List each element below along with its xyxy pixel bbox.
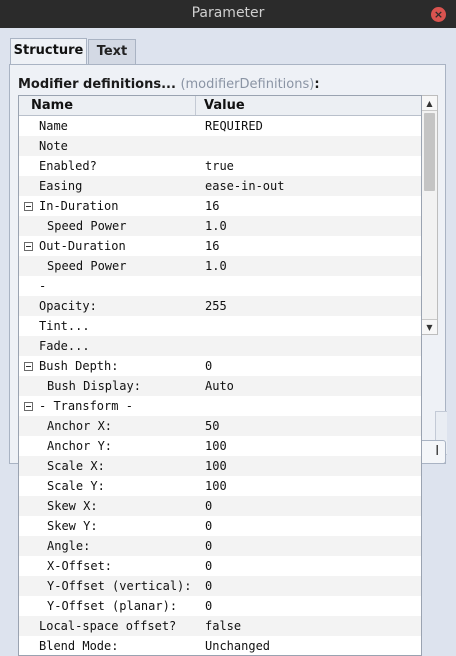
table-row[interactable]: Angle: 0	[19, 536, 421, 556]
table-row[interactable]: Y-Offset (planar): 0	[19, 596, 421, 616]
window-title: Parameter	[191, 5, 265, 21]
property-value[interactable]: 100	[205, 436, 227, 456]
property-name: Y-Offset (vertical):	[47, 579, 192, 593]
table-row[interactable]: Bush Depth: 0	[19, 356, 421, 376]
property-name: Scale X:	[47, 459, 105, 473]
table-row[interactable]: Skew X: 0	[19, 496, 421, 516]
table-row[interactable]: Bush Display: Auto	[19, 376, 421, 396]
property-value[interactable]: false	[205, 616, 241, 636]
label-colon: :	[314, 77, 320, 92]
property-value[interactable]: true	[205, 156, 234, 176]
list-scrollbar[interactable]: ▲ ▼	[421, 95, 438, 335]
table-row[interactable]: -	[19, 276, 421, 296]
label-main: Modifier definitions...	[18, 77, 176, 92]
collapse-icon[interactable]	[24, 362, 33, 371]
property-name: Local-space offset?	[39, 619, 177, 633]
property-name: Out-Duration	[39, 239, 126, 253]
column-header-value[interactable]: Value	[196, 96, 421, 115]
table-row[interactable]: Blend Mode: Unchanged	[19, 636, 421, 655]
property-value[interactable]: 16	[205, 236, 219, 256]
property-value[interactable]: 255	[205, 296, 227, 316]
property-value[interactable]: 16	[205, 196, 219, 216]
property-name: X-Offset:	[47, 559, 113, 573]
property-value[interactable]: ease-in-out	[205, 176, 284, 196]
property-value[interactable]: 1.0	[205, 216, 227, 236]
property-name: In-Duration	[39, 199, 119, 213]
property-name: Easing	[39, 179, 83, 193]
property-list: Name Value Name REQUIRED Note Enabled? true E…	[18, 95, 422, 656]
property-value[interactable]: 0	[205, 536, 212, 556]
title-bar: Parameter ×	[0, 0, 456, 28]
property-name: Enabled?	[39, 159, 97, 173]
property-name: Speed Power	[47, 219, 127, 233]
property-value[interactable]: 1.0	[205, 256, 227, 276]
property-name: Angle:	[47, 539, 91, 553]
label-param-name: (modifierDefinitions)	[180, 77, 315, 92]
collapse-icon[interactable]	[24, 402, 33, 411]
table-row[interactable]: Anchor X: 50	[19, 416, 421, 436]
table-row[interactable]: Name REQUIRED	[19, 116, 421, 136]
property-name: Scale Y:	[47, 479, 105, 493]
scroll-thumb[interactable]	[424, 113, 435, 191]
table-row[interactable]: Easing ease-in-out	[19, 176, 421, 196]
table-row[interactable]: Note	[19, 136, 421, 156]
table-row[interactable]: Opacity: 255	[19, 296, 421, 316]
property-name: Name	[39, 119, 68, 133]
property-name: - Transform -	[39, 399, 133, 413]
property-value[interactable]: 0	[205, 356, 212, 376]
property-value[interactable]: 0	[205, 516, 212, 536]
table-row[interactable]: Scale X: 100	[19, 456, 421, 476]
table-row[interactable]: - Transform -	[19, 396, 421, 416]
scroll-up-icon[interactable]: ▲	[422, 96, 437, 111]
collapse-icon[interactable]	[24, 242, 33, 251]
list-header: Name Value	[19, 96, 421, 116]
table-row[interactable]: Speed Power 1.0	[19, 216, 421, 236]
column-header-name[interactable]: Name	[19, 96, 196, 115]
property-name: Speed Power	[47, 259, 127, 273]
property-value[interactable]: 100	[205, 476, 227, 496]
property-value[interactable]: 0	[205, 596, 212, 616]
property-value[interactable]: Auto	[205, 376, 234, 396]
property-name: Skew Y:	[47, 519, 98, 533]
collapse-icon[interactable]	[24, 202, 33, 211]
table-row[interactable]: Out-Duration 16	[19, 236, 421, 256]
close-icon[interactable]: ×	[431, 7, 446, 22]
property-value[interactable]: 0	[205, 556, 212, 576]
property-name: Skew X:	[47, 499, 98, 513]
table-row[interactable]: In-Duration 16	[19, 196, 421, 216]
table-row[interactable]: Y-Offset (vertical): 0	[19, 576, 421, 596]
table-row[interactable]: Enabled? true	[19, 156, 421, 176]
property-value[interactable]: REQUIRED	[205, 116, 263, 136]
modifier-definitions-label: Modifier definitions... (modifierDefinit…	[18, 77, 320, 92]
table-row[interactable]: Fade...	[19, 336, 421, 356]
property-name: Y-Offset (planar):	[47, 599, 178, 613]
property-value[interactable]: 100	[205, 456, 227, 476]
scroll-down-icon[interactable]: ▼	[422, 319, 437, 334]
property-value[interactable]: 0	[205, 496, 212, 516]
table-row[interactable]: Local-space offset? false	[19, 616, 421, 636]
property-value[interactable]: Unchanged	[205, 636, 270, 655]
table-row[interactable]: Anchor Y: 100	[19, 436, 421, 456]
table-row[interactable]: Tint...	[19, 316, 421, 336]
table-row[interactable]: Scale Y: 100	[19, 476, 421, 496]
property-name: Note	[39, 139, 68, 153]
property-value[interactable]: 0	[205, 576, 212, 596]
property-name: Opacity:	[39, 299, 97, 313]
property-name: Blend Mode:	[39, 639, 119, 653]
table-row[interactable]: Skew Y: 0	[19, 516, 421, 536]
property-name: Anchor X:	[47, 419, 113, 433]
property-name: Anchor Y:	[47, 439, 113, 453]
tab-structure[interactable]: Structure	[10, 38, 87, 65]
list-rows: Name REQUIRED Note Enabled? true Easing ease-i…	[19, 116, 421, 655]
table-row[interactable]: X-Offset: 0	[19, 556, 421, 576]
tab-text[interactable]: Text	[88, 39, 136, 65]
property-name: Fade...	[39, 339, 90, 353]
property-name: Bush Display:	[47, 379, 141, 393]
table-row[interactable]: Speed Power 1.0	[19, 256, 421, 276]
property-value[interactable]: 50	[205, 416, 219, 436]
property-name: Tint...	[39, 319, 90, 333]
property-name: -	[39, 279, 47, 293]
property-name: Bush Depth:	[39, 359, 119, 373]
